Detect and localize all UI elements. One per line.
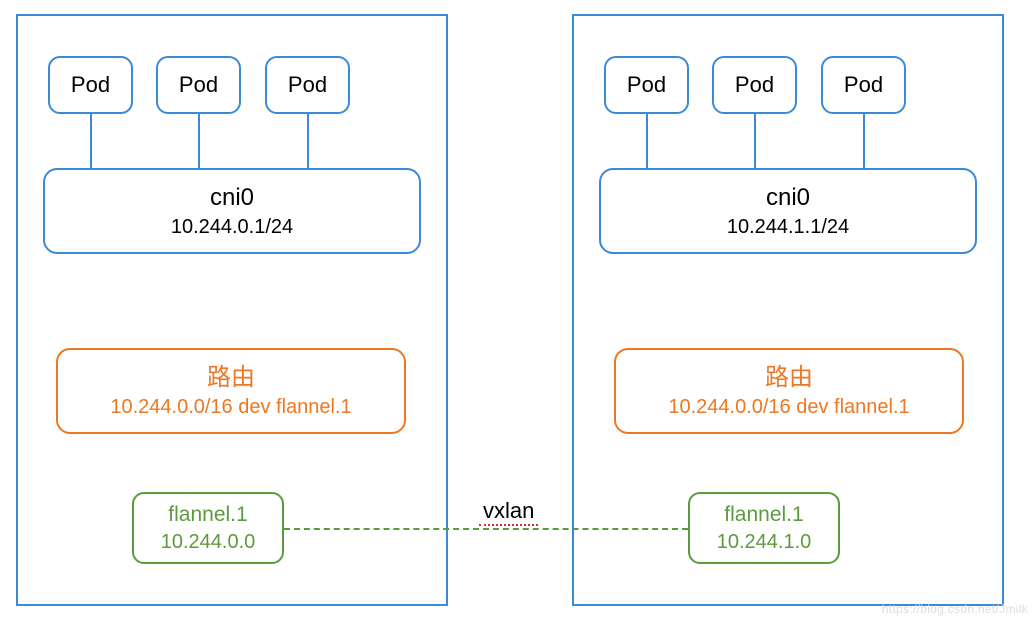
flannel-right: flannel.1 10.244.1.0 bbox=[688, 492, 840, 564]
cni-cidr: 10.244.0.1/24 bbox=[171, 214, 293, 240]
flannel-ip: 10.244.1.0 bbox=[717, 529, 812, 555]
route-title: 路由 bbox=[765, 362, 813, 393]
route-right: 路由 10.244.0.0/16 dev flannel.1 bbox=[614, 348, 964, 434]
pod-right-2: Pod bbox=[712, 56, 797, 114]
route-detail: 10.244.0.0/16 dev flannel.1 bbox=[110, 394, 351, 420]
vxlan-link bbox=[284, 528, 688, 530]
pod-line bbox=[307, 114, 309, 168]
pod-line bbox=[863, 114, 865, 168]
pod-left-1: Pod bbox=[48, 56, 133, 114]
cni-right: cni0 10.244.1.1/24 bbox=[599, 168, 977, 254]
pod-line bbox=[646, 114, 648, 168]
cni-cidr: 10.244.1.1/24 bbox=[727, 214, 849, 240]
pod-left-3: Pod bbox=[265, 56, 350, 114]
pod-line bbox=[198, 114, 200, 168]
pod-line bbox=[90, 114, 92, 168]
route-title: 路由 bbox=[207, 362, 255, 393]
pod-right-1: Pod bbox=[604, 56, 689, 114]
flannel-name: flannel.1 bbox=[724, 501, 803, 528]
pod-left-2: Pod bbox=[156, 56, 241, 114]
watermark: https://blog.csdn.net/Jmilk bbox=[882, 602, 1028, 616]
pod-line bbox=[754, 114, 756, 168]
flannel-left: flannel.1 10.244.0.0 bbox=[132, 492, 284, 564]
cni-name: cni0 bbox=[210, 182, 254, 213]
route-left: 路由 10.244.0.0/16 dev flannel.1 bbox=[56, 348, 406, 434]
flannel-ip: 10.244.0.0 bbox=[161, 529, 256, 555]
cni-name: cni0 bbox=[766, 182, 810, 213]
route-detail: 10.244.0.0/16 dev flannel.1 bbox=[668, 394, 909, 420]
flannel-name: flannel.1 bbox=[168, 501, 247, 528]
pod-right-3: Pod bbox=[821, 56, 906, 114]
vxlan-label: vxlan bbox=[479, 498, 538, 526]
cni-left: cni0 10.244.0.1/24 bbox=[43, 168, 421, 254]
